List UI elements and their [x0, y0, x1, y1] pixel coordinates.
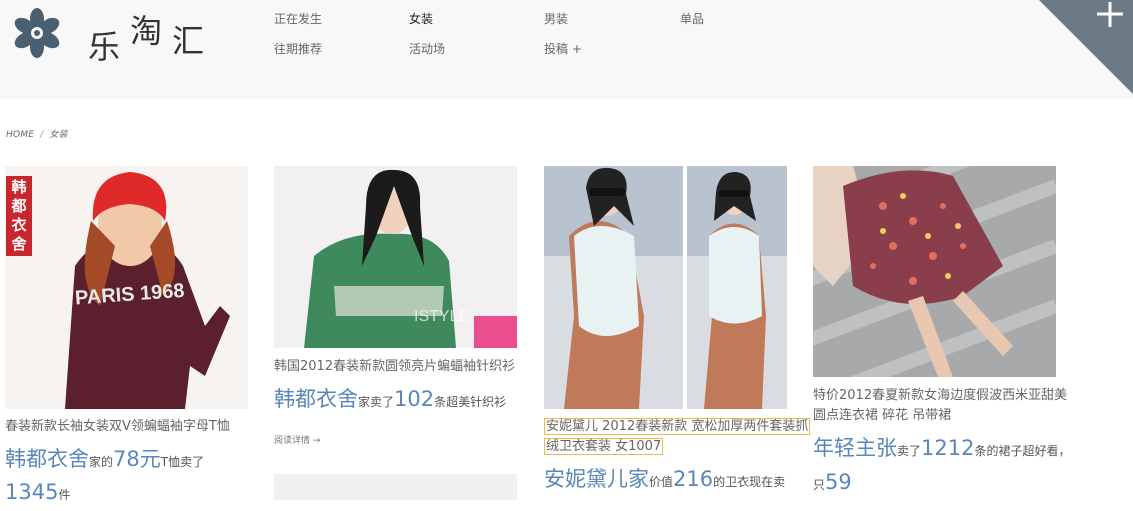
- product-title-line: 绒卫衣套装 女1007: [544, 438, 664, 455]
- image-watermark: ISTYLE: [414, 308, 469, 325]
- shop-name[interactable]: 安妮黛儿家: [544, 467, 649, 491]
- read-more-link[interactable]: 阅读详情 →: [274, 433, 320, 446]
- product-title-line: 圆点连衣裙 碎花 吊带裙: [813, 408, 952, 423]
- shop-name[interactable]: 韩都衣舍: [274, 387, 358, 411]
- sold-count: 102: [394, 387, 435, 411]
- stat-text: 的卫衣现在卖: [713, 475, 786, 489]
- breadcrumb-home[interactable]: HOME: [6, 130, 34, 140]
- price-value: 78元: [113, 447, 161, 471]
- price-value: 59: [825, 470, 852, 494]
- product-stat: 安妮黛儿家价值216的卫衣现在卖: [544, 463, 785, 498]
- flower-logo-icon[interactable]: [8, 4, 66, 62]
- site-title-char: 乐: [88, 28, 121, 66]
- product-image-next[interactable]: [274, 474, 517, 500]
- product-title[interactable]: 特价2012春夏新款女海边度假波西米亚甜美 圆点连衣裙 碎花 吊带裙: [813, 386, 1067, 426]
- site-title-char: 汇: [172, 22, 205, 60]
- nav-item-mens[interactable]: 男装: [544, 10, 568, 27]
- product-image[interactable]: PARIS 1968 韩都衣舍: [5, 166, 248, 409]
- stat-text: 只: [813, 478, 826, 492]
- brand-badge: 韩都衣舍: [6, 176, 32, 256]
- product-stat: 韩都衣舍家卖了102条超美针织衫: [274, 383, 506, 418]
- stat-text: 条的裙子超好看，: [974, 444, 1071, 458]
- product-title[interactable]: 安妮黛儿 2012春装新款 宽松加厚两件套装抓 绒卫衣套装 女1007: [544, 417, 811, 457]
- corner-add-button[interactable]: [1039, 0, 1133, 94]
- stat-text: 价值: [649, 475, 674, 489]
- product-stat: 年轻主张卖了1212条的裙子超好看，: [813, 432, 1070, 467]
- site-title-char: 淘: [130, 12, 163, 50]
- price-value: 216: [673, 467, 714, 491]
- nav-item-womens[interactable]: 女装: [409, 10, 433, 27]
- nav-item-past[interactable]: 往期推荐: [274, 40, 322, 57]
- nav-item-submit[interactable]: 投稿 +: [544, 40, 582, 57]
- product-stat-line2: 1345件: [5, 476, 70, 511]
- stat-text: 家的: [89, 455, 114, 469]
- stat-text: 条超美针织衫: [434, 395, 507, 409]
- site-header: 乐 淘 汇 正在发生 女装 男装 单品 往期推荐 活动场 投稿 +: [0, 0, 1133, 98]
- stat-text: 卖了: [897, 444, 922, 458]
- shop-name[interactable]: 年轻主张: [813, 436, 897, 460]
- sold-count: 1212: [921, 436, 975, 460]
- product-image[interactable]: [544, 166, 787, 409]
- stat-text: 家卖了: [358, 395, 395, 409]
- product-image[interactable]: ISTYLE: [274, 166, 517, 348]
- nav-item-events[interactable]: 活动场: [409, 40, 445, 57]
- site-title[interactable]: 乐 淘 汇: [88, 6, 218, 66]
- nav-item-single[interactable]: 单品: [680, 10, 704, 27]
- product-title-line: 特价2012春夏新款女海边度假波西米亚甜美: [813, 388, 1068, 403]
- breadcrumb: HOME / 女装: [6, 127, 68, 140]
- shop-name[interactable]: 韩都衣舍: [5, 447, 89, 471]
- product-title[interactable]: 春装新款长袖女装双V领蝙蝠袖字母T恤: [5, 417, 230, 437]
- stat-text: T恤卖了: [160, 455, 205, 469]
- product-stat: 韩都衣舍家的78元T恤卖了: [5, 443, 204, 478]
- sold-count: 1345: [5, 480, 59, 504]
- product-title[interactable]: 韩国2012春装新款圆领亮片蝙蝠袖针织衫: [274, 357, 515, 377]
- breadcrumb-current: 女装: [49, 130, 68, 140]
- product-title-line: 安妮黛儿 2012春装新款 宽松加厚两件套装抓: [544, 418, 811, 435]
- product-image[interactable]: [813, 166, 1056, 377]
- product-stat-line2: 只59: [813, 466, 852, 501]
- breadcrumb-separator: /: [40, 130, 44, 140]
- nav-item-happening[interactable]: 正在发生: [274, 10, 322, 27]
